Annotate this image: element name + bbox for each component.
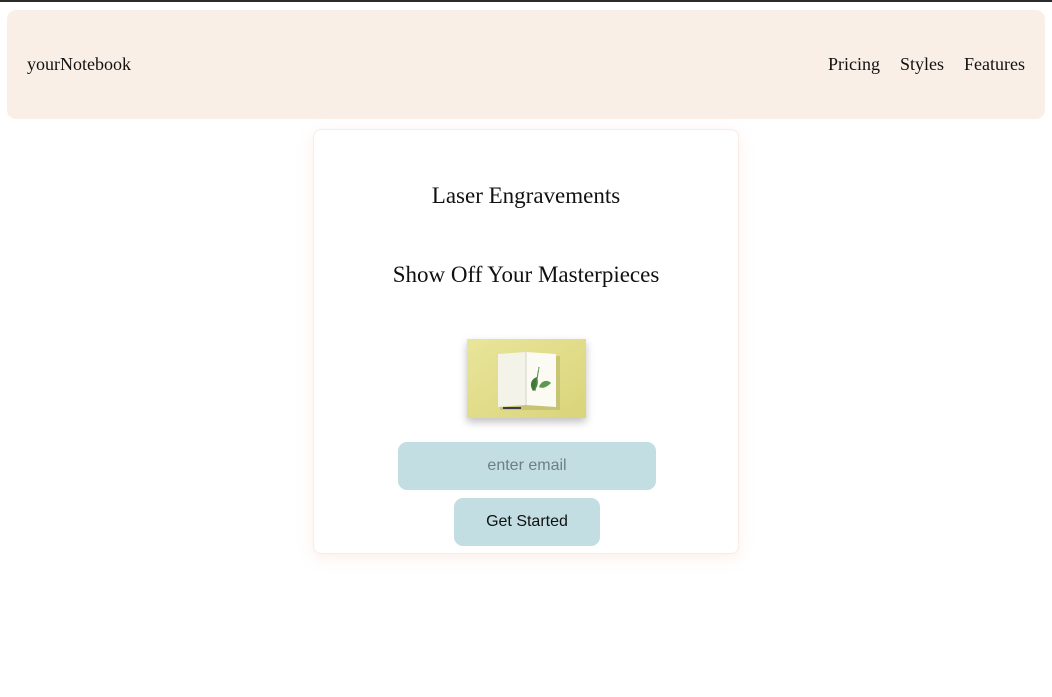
signup-card: Laser Engravements Show Off Your Masterp… (313, 129, 739, 554)
nav-link-pricing[interactable]: Pricing (828, 54, 880, 74)
card-subtitle: Show Off Your Masterpieces (392, 262, 660, 287)
nav-link-features[interactable]: Features (964, 54, 1025, 74)
notebook-photo (467, 339, 586, 418)
brand-logo[interactable]: yourNotebook (27, 54, 131, 74)
card-title: Laser Engravements (431, 183, 621, 208)
nav-links: Pricing Styles Features (828, 54, 1025, 74)
navbar: yourNotebook Pricing Styles Features (7, 10, 1045, 119)
get-started-button[interactable]: Get Started (454, 498, 600, 546)
top-border (0, 0, 1052, 2)
nav-link-styles[interactable]: Styles (900, 54, 944, 74)
email-input[interactable] (398, 442, 656, 490)
